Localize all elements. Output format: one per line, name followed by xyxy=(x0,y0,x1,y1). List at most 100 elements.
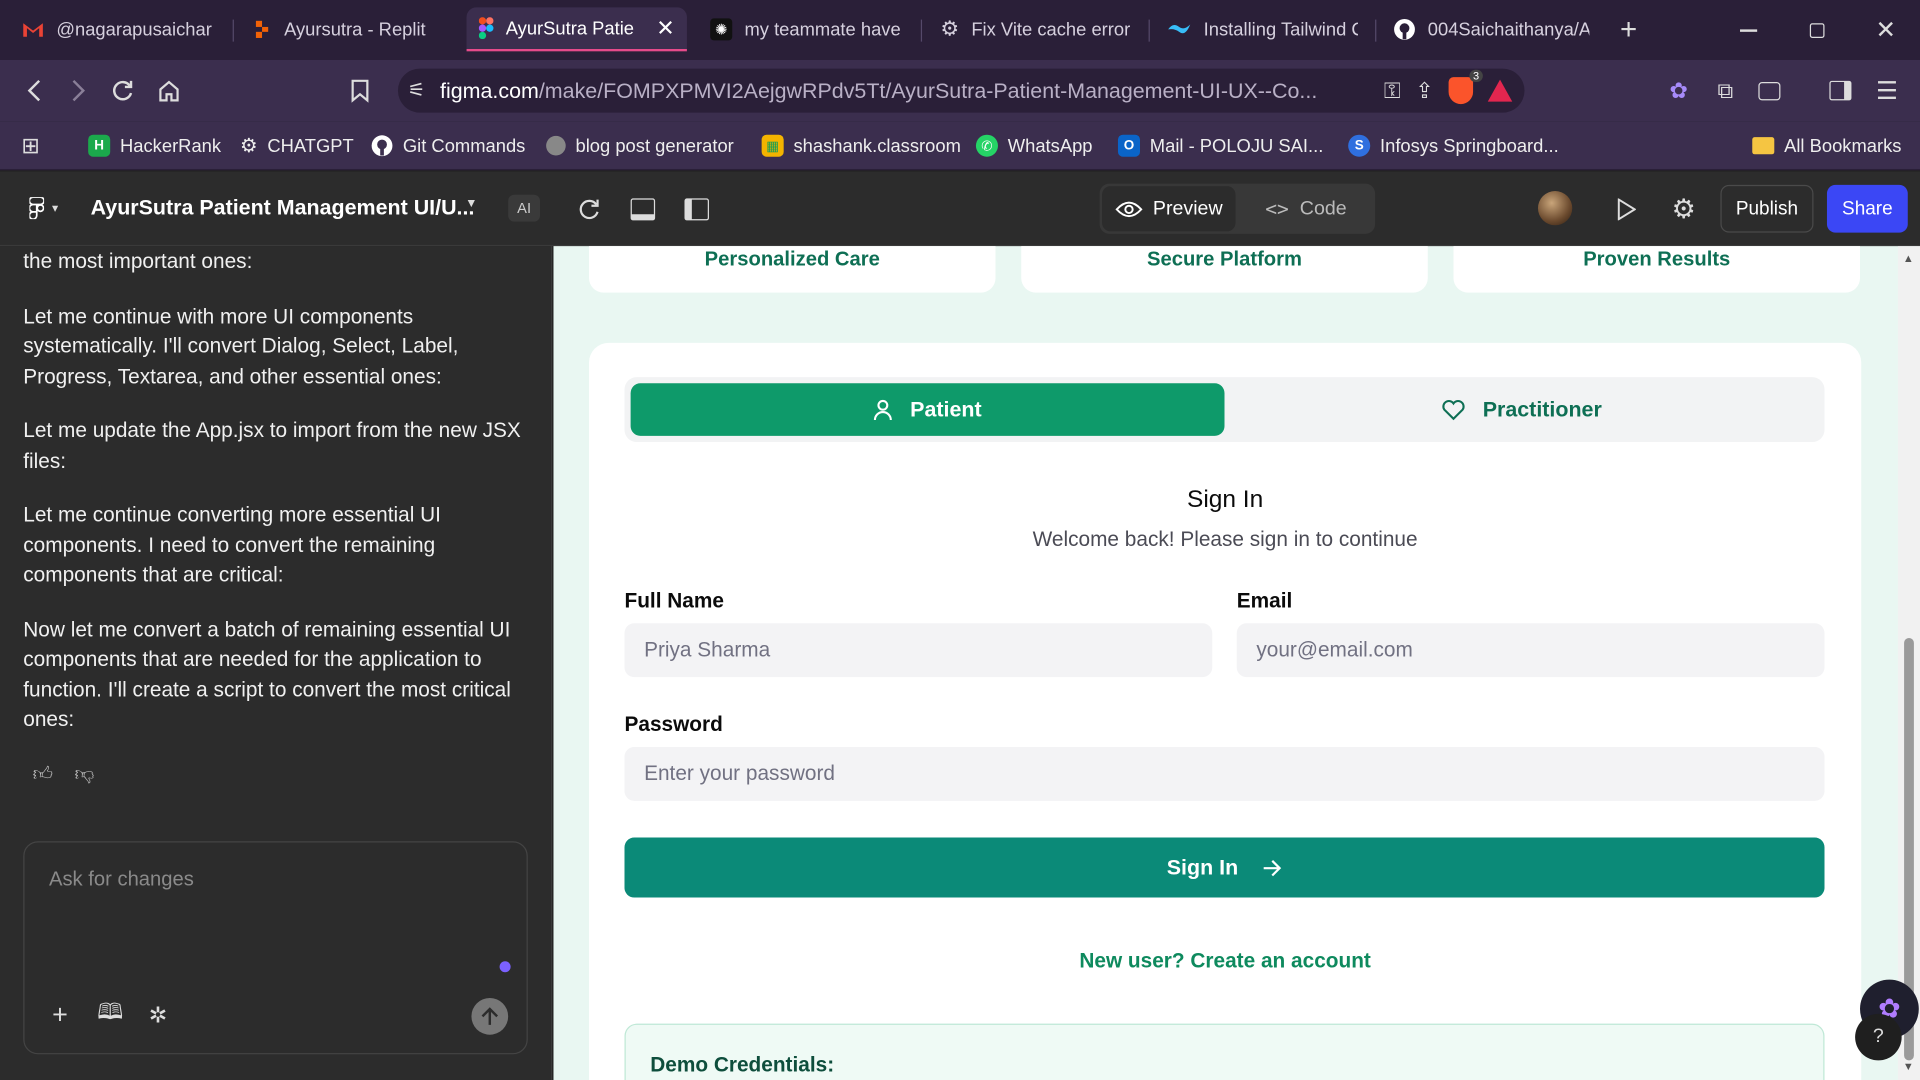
bookmark-git-commands[interactable]: Git Commands xyxy=(371,131,525,160)
email-input[interactable]: your@email.com xyxy=(1236,623,1825,678)
reload-button[interactable] xyxy=(105,75,139,107)
bookmark-page-button[interactable] xyxy=(344,75,376,107)
add-attachment-button[interactable]: + xyxy=(47,999,74,1030)
gmail-icon xyxy=(22,21,44,38)
bookmark-classroom[interactable]: ▦ shashank.classroom xyxy=(761,131,961,160)
all-bookmarks-folder[interactable]: All Bookmarks xyxy=(1752,131,1901,160)
bookmark-icon xyxy=(351,79,369,103)
tab-figma-active[interactable]: AyurSutra Patie ✕ xyxy=(466,7,687,52)
sidebar-icon xyxy=(1829,80,1852,101)
device-preview-button[interactable] xyxy=(681,193,713,225)
thumbs-down-icon: 👎︎ xyxy=(74,763,95,785)
close-tab-icon[interactable]: ✕ xyxy=(656,15,674,41)
library-button[interactable]: 🕮︎ xyxy=(96,999,125,1029)
brave-shield-icon[interactable]: 3 xyxy=(1448,69,1483,105)
prototype-preview: Personalized Care Secure Platform Proven… xyxy=(553,246,1920,1080)
bookmark-whatsapp[interactable]: ✆ WhatsApp xyxy=(975,131,1093,160)
share-icon[interactable]: ⇪ xyxy=(1415,78,1433,104)
chatgpt-icon: ⚙ xyxy=(240,135,258,157)
send-button[interactable] xyxy=(471,997,509,1035)
extensions-button[interactable]: ⧉ xyxy=(1709,75,1741,107)
preview-code-switch: Preview <> Code xyxy=(1099,183,1376,234)
folder-icon xyxy=(1752,137,1775,155)
figma-main-menu[interactable]: ▾ xyxy=(22,192,66,224)
preview-tab[interactable]: Preview xyxy=(1102,186,1236,232)
preview-scrollbar[interactable]: ▲ ▼ xyxy=(1897,246,1920,1080)
chat-message: Let me continue converting more essentia… xyxy=(23,503,441,587)
code-tab[interactable]: <> Code xyxy=(1239,186,1372,231)
tab-practitioner[interactable]: Practitioner xyxy=(1225,383,1819,436)
close-window-button[interactable]: ✕ xyxy=(1851,0,1920,60)
sidebar-toggle-button[interactable] xyxy=(1825,75,1857,107)
bookmark-mail[interactable]: O Mail - POLOJU SAI... xyxy=(1117,131,1323,160)
thumbs-up-button[interactable]: 👍︎ xyxy=(28,760,57,787)
sign-in-heading: Sign In xyxy=(1186,486,1264,514)
share-button[interactable]: Share xyxy=(1826,184,1908,233)
leo-ai-button[interactable]: ✿ xyxy=(1663,75,1695,107)
home-icon xyxy=(159,80,179,102)
file-title[interactable]: AyurSutra Patient Management UI/U... xyxy=(91,195,475,221)
tab-patient[interactable]: Patient xyxy=(630,383,1225,436)
bookmark-chatgpt[interactable]: ⚙ CHATGPT xyxy=(240,131,354,160)
infosys-icon: S xyxy=(1348,134,1371,157)
tab-tailwind[interactable]: Installing Tailwind C xyxy=(1155,7,1371,51)
browser-tab-strip: @nagarapusaichar Ayursutra - Replit Ayur… xyxy=(0,0,1920,61)
menu-button[interactable]: ☰ xyxy=(1871,75,1903,107)
site-settings-icon[interactable]: ⚟ xyxy=(408,78,426,102)
layout-toggle-button[interactable] xyxy=(627,193,659,225)
figma-toolbar: ▾ AyurSutra Patient Management UI/U... ▼… xyxy=(0,171,1920,247)
user-avatar[interactable] xyxy=(1537,191,1573,226)
panel-layout-icon xyxy=(630,198,656,221)
magic-button[interactable]: ✲ xyxy=(143,1002,172,1029)
brave-rewards-icon[interactable] xyxy=(1487,79,1513,102)
new-tab-button[interactable]: + xyxy=(1598,0,1659,60)
classroom-icon: ▦ xyxy=(761,134,784,157)
password-key-icon[interactable]: ⚿ xyxy=(1384,78,1401,104)
create-account-link[interactable]: New user? Create an account xyxy=(589,949,1861,973)
publish-button[interactable]: Publish xyxy=(1720,184,1814,233)
user-icon xyxy=(873,399,893,421)
address-bar[interactable]: ⚟ figma.com /make/FOMPXPMVI2AejgwRPdv5Tt… xyxy=(397,68,1525,113)
chat-input[interactable]: Ask for changes xyxy=(49,868,194,891)
password-input[interactable]: Enter your password xyxy=(624,746,1825,801)
github-icon xyxy=(371,135,393,157)
tab-openai[interactable]: ✺ my teammate have xyxy=(698,7,916,51)
feature-card-secure-platform: Secure Platform xyxy=(1021,246,1428,293)
hamburger-menu-icon: ☰ xyxy=(1875,77,1898,105)
screenshot-button[interactable] xyxy=(1753,75,1785,107)
file-menu-chevron-icon[interactable]: ▼ xyxy=(465,197,477,210)
bookmark-hackerrank[interactable]: H HackerRank xyxy=(88,131,221,160)
bookmark-blog-post-generator[interactable]: blog post generator xyxy=(546,131,734,160)
sign-in-subheading: Welcome back! Please sign in to continue xyxy=(1032,527,1418,552)
ai-badge[interactable]: AI xyxy=(508,194,541,222)
chat-message: Let me update the App.jsx to import from… xyxy=(23,418,521,473)
apps-button[interactable]: ⊞ xyxy=(15,130,47,162)
close-icon: ✕ xyxy=(1875,17,1896,45)
tab-github[interactable]: 004Saichaithanya/A xyxy=(1381,7,1601,51)
tab-gmail[interactable]: @nagarapusaichar xyxy=(10,7,228,51)
figma-icon xyxy=(478,17,494,40)
tab-replit[interactable]: Ayursutra - Replit xyxy=(240,7,456,51)
settings-button[interactable]: ⚙ xyxy=(1668,193,1700,225)
hackerrank-icon: H xyxy=(88,134,111,157)
thumbs-up-icon: 👍︎ xyxy=(32,763,54,785)
tab-chatgpt[interactable]: ⚙ Fix Vite cache error xyxy=(928,7,1144,51)
back-button[interactable] xyxy=(17,75,51,107)
refresh-preview-button[interactable] xyxy=(573,193,605,225)
sparkle-cursor-icon: ✲ xyxy=(148,1002,168,1027)
sign-in-button[interactable]: Sign In xyxy=(624,837,1825,898)
feature-card-proven-results: Proven Results xyxy=(1453,246,1861,293)
full-name-input[interactable]: Priya Sharma xyxy=(624,623,1213,678)
play-prototype-button[interactable] xyxy=(1610,193,1642,225)
bookmarks-bar: ⊞ H HackerRank ⚙ CHATGPT Git Commands blog… xyxy=(0,121,1920,171)
minimize-button[interactable] xyxy=(1714,0,1783,60)
refresh-icon xyxy=(579,199,599,220)
help-button[interactable]: ? xyxy=(1855,1013,1902,1061)
scroll-up-arrow-icon[interactable]: ▲ xyxy=(1903,252,1914,264)
home-button[interactable] xyxy=(152,75,186,107)
forward-button[interactable] xyxy=(61,75,95,107)
thumbs-down-button[interactable]: 👎︎ xyxy=(70,760,99,787)
scroll-down-arrow-icon[interactable]: ▼ xyxy=(1903,1060,1914,1072)
restore-button[interactable] xyxy=(1783,0,1852,60)
bookmark-infosys[interactable]: S Infosys Springboard... xyxy=(1348,131,1559,160)
